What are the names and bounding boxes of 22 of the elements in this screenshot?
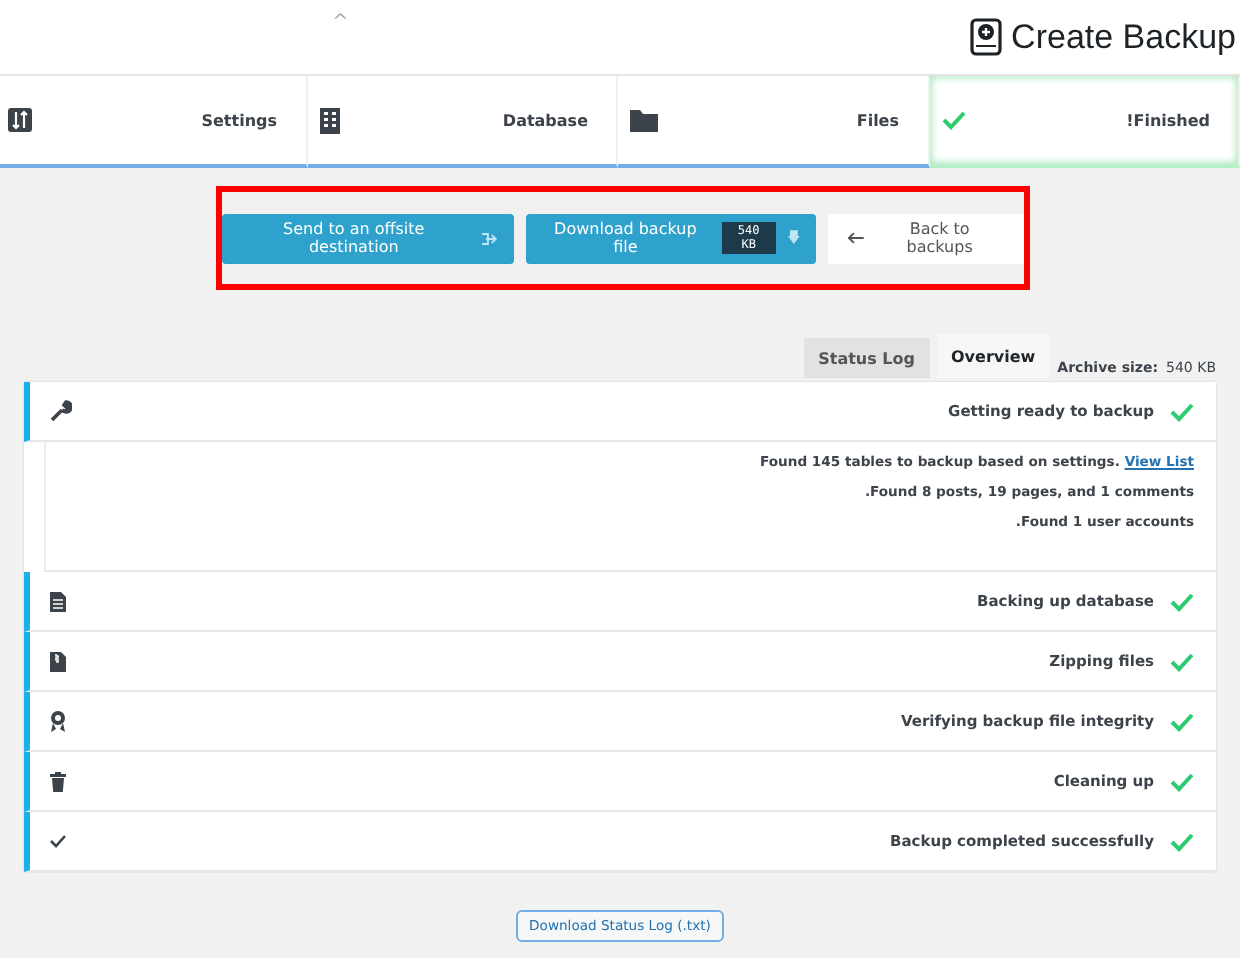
hard-drive-plus-icon: [969, 18, 1002, 56]
document-icon: [50, 591, 66, 611]
left-arrow-icon: [847, 232, 864, 244]
wrench-icon: [50, 400, 72, 422]
export-icon: [481, 231, 498, 245]
wizard-step[interactable]: !Finished: [929, 76, 1240, 168]
wizard-step[interactable]: Database: [307, 76, 618, 168]
building-icon: [319, 107, 339, 133]
trash-icon: [50, 771, 66, 791]
download-icon: [787, 230, 800, 246]
page-title: Create Backup: [969, 17, 1240, 57]
tab[interactable]: Status Log: [804, 338, 929, 378]
zip-file-icon: [50, 651, 66, 671]
tab[interactable]: Overview: [937, 334, 1050, 378]
checkmark-icon: [50, 834, 66, 848]
back-button[interactable]: Back to backups: [827, 213, 1024, 263]
wizard-step[interactable]: Files: [618, 76, 929, 168]
wizard-step[interactable]: Settings: [0, 76, 307, 168]
sliders-icon: [8, 108, 32, 132]
folder-icon: [630, 109, 658, 131]
award-icon: [50, 710, 66, 732]
check-icon: [941, 110, 965, 130]
